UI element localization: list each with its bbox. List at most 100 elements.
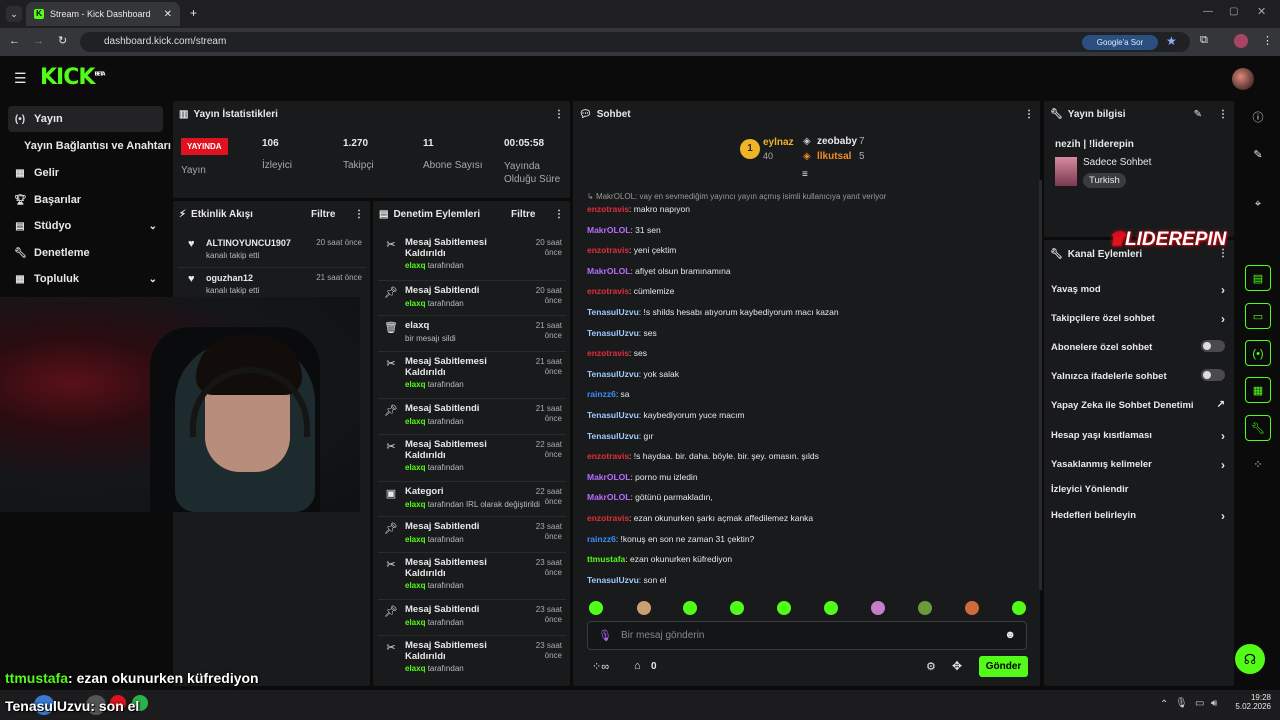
microphone-icon[interactable]: 🎙︎ <box>598 629 612 642</box>
chat-username[interactable]: MakrOLOL <box>587 225 630 235</box>
extensions-icon[interactable]: ⧉ <box>1200 34 1208 47</box>
maximize-button[interactable]: ▢ <box>1229 6 1238 17</box>
chat-scrollbar[interactable] <box>1039 180 1042 590</box>
tray-chevron-icon[interactable]: ⌃ <box>1160 699 1168 710</box>
close-tab-icon[interactable]: ✕ <box>164 9 172 20</box>
taskbar-clock[interactable]: 19:28 5.02.2026 <box>1235 693 1271 711</box>
chat-input[interactable]: 🎙︎ Bir mesaj gönderin ☻ <box>587 621 1027 650</box>
microphone-icon[interactable]: 🎙︎ <box>1175 698 1188 709</box>
emote-button[interactable] <box>918 601 932 615</box>
emote-button[interactable] <box>824 601 838 615</box>
chat-message[interactable]: TenasulUzvu: gır <box>587 431 653 441</box>
channel-action-1[interactable]: Yavaş mod › <box>1051 283 1231 298</box>
back-icon[interactable]: ← <box>9 35 20 47</box>
chat-username[interactable]: enzotravis <box>587 204 629 214</box>
third-gifter-name[interactable]: llkutsal <box>817 151 851 162</box>
layout-icon[interactable]: ▦ <box>1245 377 1271 403</box>
new-tab-button[interactable]: + <box>190 6 197 20</box>
chat-message[interactable]: MakrOLOL: 31 sen <box>587 225 661 235</box>
chat-message[interactable]: enzotravis: yeni çektim <box>587 245 676 255</box>
emote-button[interactable] <box>589 601 603 615</box>
sidebar-item-gelir[interactable]: ▦ Gelir <box>8 160 163 186</box>
collapse-icon[interactable]: ≡ <box>802 169 808 180</box>
channel-action-9[interactable]: Hedefleri belirleyin › <box>1051 509 1231 524</box>
emote-button[interactable] <box>1012 601 1026 615</box>
moderator-name[interactable]: elaxq <box>405 380 425 389</box>
chat-username[interactable]: TenasulUzvu <box>587 307 639 317</box>
more-options-icon[interactable]: ⋮ <box>1024 109 1034 120</box>
moderator-name[interactable]: elaxq <box>405 299 425 308</box>
puzzle-icon[interactable]: ✥ <box>952 659 962 673</box>
chat-message[interactable]: rainzz6: sa <box>587 389 630 399</box>
chat-message[interactable]: MakrOLOL: afiyet olsun bramınamına <box>587 266 731 276</box>
moderator-name[interactable]: elaxq <box>405 500 425 509</box>
emoji-icon[interactable]: ☻ <box>1004 629 1016 641</box>
moderator-name[interactable]: elaxq <box>405 463 425 472</box>
emote-button[interactable] <box>777 601 791 615</box>
chat-username[interactable]: MakrOLOL <box>587 266 630 276</box>
settings-gear-icon[interactable]: ⚙ <box>926 660 936 673</box>
moderator-name[interactable]: elaxq <box>405 618 425 627</box>
edit-pencil-icon[interactable]: ✎ <box>1194 109 1202 120</box>
network-icon[interactable]: ▭ <box>1195 698 1204 709</box>
menu-icon[interactable]: ⋮ <box>1262 34 1273 47</box>
apps-icon[interactable]: ⁘ <box>1245 452 1271 478</box>
chat-message[interactable]: enzotravis: cümlemize <box>587 286 674 296</box>
chat-message[interactable]: ttmustafa: ezan okunurken küfrediyon <box>587 554 732 564</box>
close-window-button[interactable]: ✕ <box>1257 5 1266 18</box>
channel-action-5[interactable]: Yapay Zeka ile Sohbet Denetimi ↗ <box>1051 399 1231 414</box>
broadcast-icon[interactable]: (•) <box>1245 340 1271 366</box>
capture-icon[interactable]: ⌖ <box>1245 191 1271 217</box>
chat-username[interactable]: enzotravis <box>587 348 629 358</box>
document-icon[interactable]: ▤ <box>1245 265 1271 291</box>
channel-action-4[interactable]: Yalnızca ifadelerle sohbet <box>1051 369 1231 385</box>
sidebar-item-yayin[interactable]: (•) Yayın <box>8 106 163 132</box>
chat-message[interactable]: enzotravis: !s haydaa. bir. daha. böyle.… <box>587 451 819 461</box>
chat-message[interactable]: TenasulUzvu: ses <box>587 328 657 338</box>
tab-list-button[interactable]: ⌄ <box>6 6 22 22</box>
chat-message[interactable]: TenasulUzvu: yok salak <box>587 369 679 379</box>
chat-message[interactable]: rainzz6: !konuş en son ne zaman 31 çekti… <box>587 534 754 544</box>
channel-action-6[interactable]: Hesap yaşı kısıtlaması › <box>1051 429 1231 444</box>
chat-username[interactable]: enzotravis <box>587 451 629 461</box>
chat-username[interactable]: TenasulUzvu <box>587 369 639 379</box>
infinity-icon[interactable]: ⁘∞ <box>592 660 609 673</box>
volume-icon[interactable]: 🔊︎ <box>1211 698 1217 709</box>
chat-icon[interactable]: ▭ <box>1245 303 1271 329</box>
chat-message[interactable]: TenasulUzvu: kaybediyorum yuce macım <box>587 410 745 420</box>
chat-message[interactable]: MakrOLOL: götünü parmakladın, <box>587 492 713 502</box>
toggle-switch[interactable] <box>1201 340 1225 352</box>
sidebar-item-denetleme[interactable]: 🔧︎ Denetleme <box>8 240 163 266</box>
moderator-name[interactable]: elaxq <box>405 664 425 673</box>
chat-message[interactable]: enzotravis: ses <box>587 348 647 358</box>
moderation-filter-button[interactable]: Filtre <box>511 209 535 220</box>
minimize-button[interactable]: — <box>1203 6 1213 17</box>
send-button[interactable]: Gönder <box>979 656 1028 677</box>
moderator-name[interactable]: elaxq <box>405 261 425 270</box>
more-options-icon[interactable]: ⋮ <box>554 109 564 120</box>
chat-username[interactable]: MakrOLOL <box>587 492 630 502</box>
chat-username[interactable]: enzotravis <box>587 286 629 296</box>
url-field[interactable]: dashboard.kick.com/stream <box>80 32 1190 52</box>
more-options-icon[interactable]: ⋮ <box>354 209 364 220</box>
chat-message[interactable]: enzotravis: makro napıyon <box>587 204 690 214</box>
moderator-name[interactable]: elaxq <box>405 581 425 590</box>
category-name[interactable]: Sadece Sohbet <box>1083 157 1151 168</box>
chat-username[interactable]: rainzz6 <box>587 534 616 544</box>
more-options-icon[interactable]: ⋮ <box>1218 109 1228 120</box>
store-icon[interactable]: ⌂ <box>634 660 641 672</box>
second-gifter-name[interactable]: zeobaby <box>817 136 857 147</box>
sidebar-item-stream-key[interactable]: Yayın Bağlantısı ve Anahtarı <box>18 133 178 159</box>
chat-message[interactable]: TenasulUzvu: !s shilds hesabı atıyorum k… <box>587 307 839 317</box>
edit-icon[interactable]: ✎ <box>1245 142 1271 168</box>
reload-icon[interactable]: ↻ <box>58 34 67 47</box>
chat-username[interactable]: enzotravis <box>587 513 629 523</box>
moderator-name[interactable]: elaxq <box>405 535 425 544</box>
chat-username[interactable]: rainzz6 <box>587 389 616 399</box>
chat-username[interactable]: TenasulUzvu <box>587 431 639 441</box>
chat-username[interactable]: TenasulUzvu <box>587 410 639 420</box>
chat-message[interactable]: enzotravis: ezan okunurken şarkı açmak a… <box>587 513 813 523</box>
support-headset-icon[interactable]: ☊ <box>1235 644 1265 674</box>
chat-username[interactable]: enzotravis <box>587 245 629 255</box>
browser-tab[interactable]: K Stream - Kick Dashboard ✕ <box>26 2 180 26</box>
